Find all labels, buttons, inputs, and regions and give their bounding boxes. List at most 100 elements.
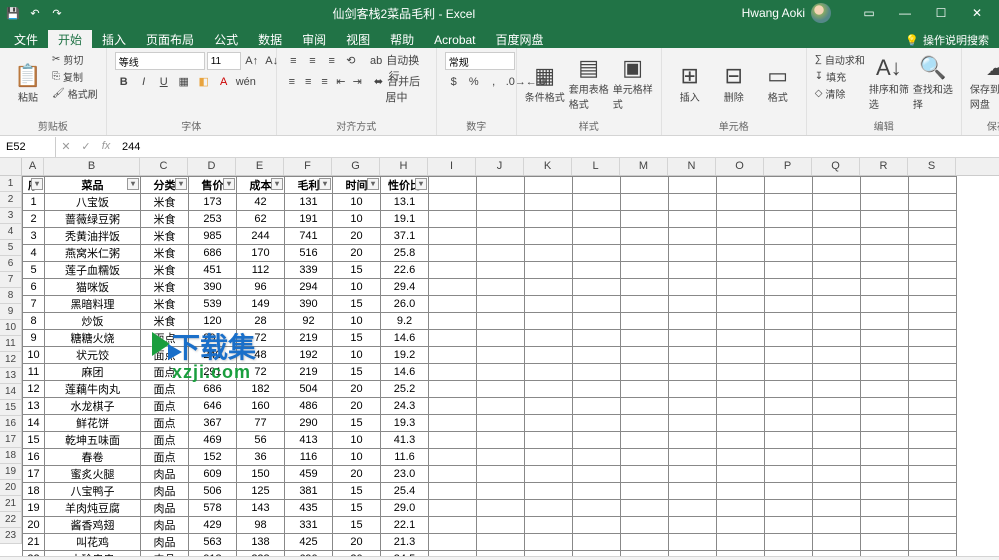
cell-C5[interactable]: 米食	[141, 245, 189, 262]
ribbon-options-icon[interactable]: ▭	[851, 6, 887, 20]
cell-R23[interactable]	[861, 551, 909, 557]
cell-O10[interactable]	[717, 330, 765, 347]
cell-C9[interactable]: 米食	[141, 313, 189, 330]
spreadsheet-grid[interactable]: ABCDEFGHIJKLMNOPQRS 12345678910111213141…	[0, 158, 999, 556]
cell-K22[interactable]	[525, 534, 573, 551]
cell-P13[interactable]	[765, 381, 813, 398]
cell-C11[interactable]: 面点	[141, 347, 189, 364]
cell-A6[interactable]: 5	[23, 262, 45, 279]
cell-I14[interactable]	[429, 398, 477, 415]
border-icon[interactable]: ▦	[175, 73, 193, 91]
cell-B2[interactable]: 八宝饭	[45, 194, 141, 211]
cell-K13[interactable]	[525, 381, 573, 398]
wrap-text-button[interactable]: ab 自动换行	[362, 52, 428, 70]
cell-R21[interactable]	[861, 517, 909, 534]
cell-B8[interactable]: 黑暗料理	[45, 296, 141, 313]
row-header-17[interactable]: 17	[0, 432, 21, 448]
cell-O22[interactable]	[717, 534, 765, 551]
cell-S1[interactable]	[909, 177, 957, 194]
cell-B1[interactable]: 菜品▾	[45, 177, 141, 194]
tab-百度网盘[interactable]: 百度网盘	[486, 30, 554, 50]
cell-M17[interactable]	[621, 449, 669, 466]
minimize-icon[interactable]: —	[887, 6, 923, 20]
cell-I8[interactable]	[429, 296, 477, 313]
filter-arrow-icon[interactable]: ▾	[319, 178, 331, 190]
cell-K3[interactable]	[525, 211, 573, 228]
cell-S17[interactable]	[909, 449, 957, 466]
cell-D20[interactable]: 578	[189, 500, 237, 517]
row-header-23[interactable]: 23	[0, 528, 21, 544]
cell-K4[interactable]	[525, 228, 573, 245]
filter-arrow-icon[interactable]: ▾	[367, 178, 379, 190]
row-header-4[interactable]: 4	[0, 224, 21, 240]
cell-D19[interactable]: 506	[189, 483, 237, 500]
cell-L4[interactable]	[573, 228, 621, 245]
cell-E22[interactable]: 138	[237, 534, 285, 551]
cell-P12[interactable]	[765, 364, 813, 381]
comma-icon[interactable]: ,	[485, 73, 503, 91]
cell-P8[interactable]	[765, 296, 813, 313]
cell-F18[interactable]: 459	[285, 466, 333, 483]
row-header-20[interactable]: 20	[0, 480, 21, 496]
cell-C16[interactable]: 面点	[141, 432, 189, 449]
formula-input[interactable]: 244	[116, 141, 999, 153]
cell-K19[interactable]	[525, 483, 573, 500]
cell-G6[interactable]: 15	[333, 262, 381, 279]
cell-K18[interactable]	[525, 466, 573, 483]
cell-Q2[interactable]	[813, 194, 861, 211]
row-header-12[interactable]: 12	[0, 352, 21, 368]
cell-D15[interactable]: 367	[189, 415, 237, 432]
cell-K21[interactable]	[525, 517, 573, 534]
cell-S19[interactable]	[909, 483, 957, 500]
cell-I17[interactable]	[429, 449, 477, 466]
cell-N20[interactable]	[669, 500, 717, 517]
cell-H16[interactable]: 41.3	[381, 432, 429, 449]
cell-G14[interactable]: 20	[333, 398, 381, 415]
cell-N22[interactable]	[669, 534, 717, 551]
cell-C3[interactable]: 米食	[141, 211, 189, 228]
cell-A21[interactable]: 20	[23, 517, 45, 534]
cell-H7[interactable]: 29.4	[381, 279, 429, 296]
cell-R10[interactable]	[861, 330, 909, 347]
cell-I9[interactable]	[429, 313, 477, 330]
cell-M4[interactable]	[621, 228, 669, 245]
cell-N19[interactable]	[669, 483, 717, 500]
cell-Q13[interactable]	[813, 381, 861, 398]
cell-C20[interactable]: 肉品	[141, 500, 189, 517]
cell-J2[interactable]	[477, 194, 525, 211]
cell-P5[interactable]	[765, 245, 813, 262]
cell-I18[interactable]	[429, 466, 477, 483]
cell-P18[interactable]	[765, 466, 813, 483]
cell-G20[interactable]: 15	[333, 500, 381, 517]
tab-插入[interactable]: 插入	[92, 30, 136, 50]
cell-M22[interactable]	[621, 534, 669, 551]
cell-B7[interactable]: 猫咪饭	[45, 279, 141, 296]
cell-Q5[interactable]	[813, 245, 861, 262]
cell-S8[interactable]	[909, 296, 957, 313]
cell-Q22[interactable]	[813, 534, 861, 551]
cell-H14[interactable]: 24.3	[381, 398, 429, 415]
cell-K23[interactable]	[525, 551, 573, 557]
cell-L23[interactable]	[573, 551, 621, 557]
cell-E1[interactable]: 成本▾	[237, 177, 285, 194]
cell-O15[interactable]	[717, 415, 765, 432]
tab-Acrobat[interactable]: Acrobat	[424, 30, 485, 50]
cell-G10[interactable]: 15	[333, 330, 381, 347]
cell-Q4[interactable]	[813, 228, 861, 245]
cell-F5[interactable]: 516	[285, 245, 333, 262]
cell-G15[interactable]: 15	[333, 415, 381, 432]
cell-N12[interactable]	[669, 364, 717, 381]
col-header-Q[interactable]: Q	[812, 158, 860, 175]
cell-N7[interactable]	[669, 279, 717, 296]
cell-D7[interactable]: 390	[189, 279, 237, 296]
cell-B15[interactable]: 鲜花饼	[45, 415, 141, 432]
save-icon[interactable]: 💾	[4, 7, 22, 20]
cell-H2[interactable]: 13.1	[381, 194, 429, 211]
cell-J3[interactable]	[477, 211, 525, 228]
cell-O2[interactable]	[717, 194, 765, 211]
cell-A10[interactable]: 9	[23, 330, 45, 347]
cell-I20[interactable]	[429, 500, 477, 517]
cell-M12[interactable]	[621, 364, 669, 381]
cell-Q16[interactable]	[813, 432, 861, 449]
cell-A5[interactable]: 4	[23, 245, 45, 262]
